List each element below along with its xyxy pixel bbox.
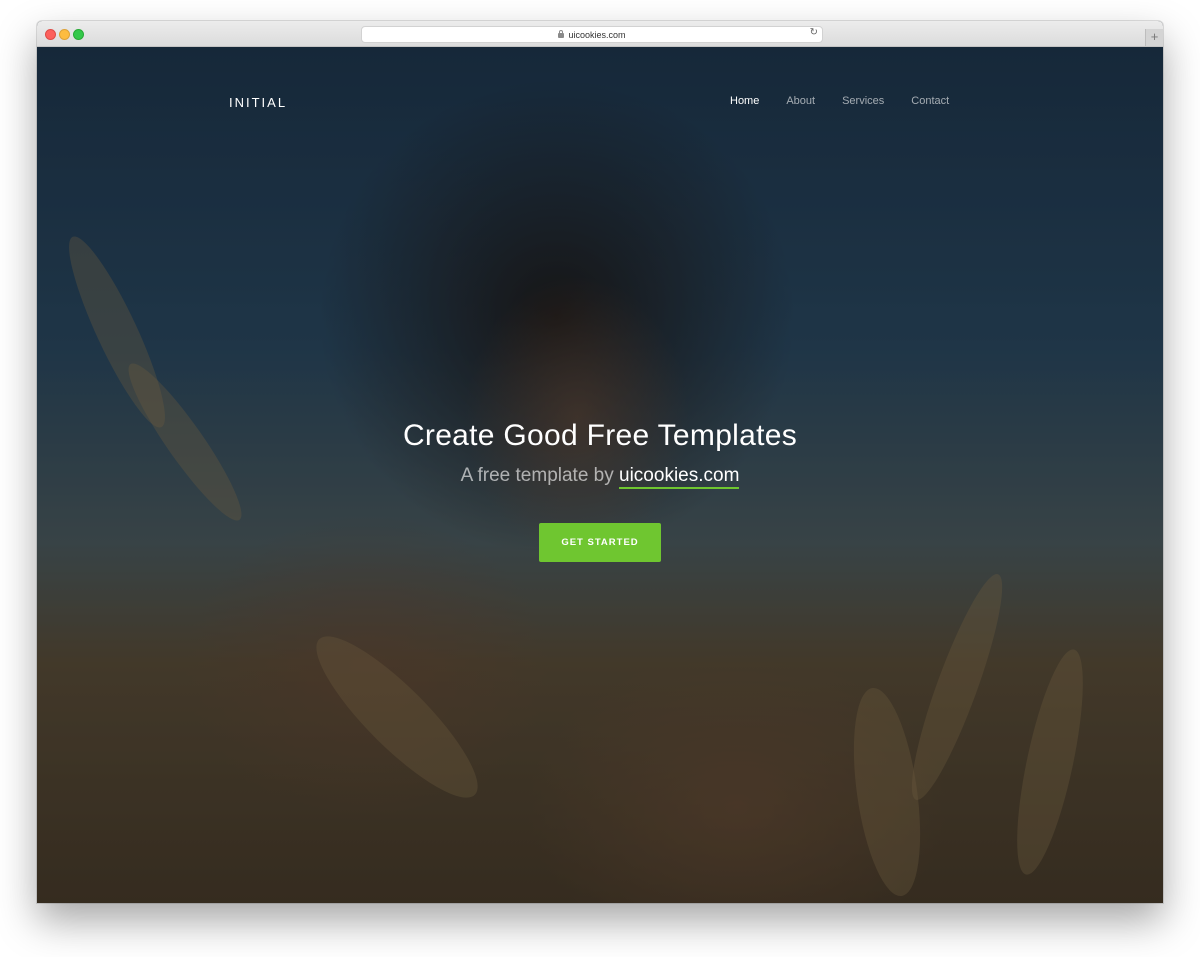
hero-subtitle-prefix: A free template by <box>460 465 620 486</box>
new-tab-button[interactable]: + <box>1145 29 1163 46</box>
hero-subtitle: A free template by uicookies.com <box>37 465 1163 489</box>
address-bar[interactable]: uicookies.com ↻ <box>361 26 823 43</box>
address-url: uicookies.com <box>568 29 626 40</box>
lock-icon <box>558 30 565 38</box>
hero-subtitle-link[interactable]: uicookies.com <box>619 465 740 489</box>
get-started-button[interactable]: GET STARTED <box>539 523 661 562</box>
hero-section: INITIAL Home About Services Contact Crea… <box>37 47 1163 903</box>
reload-icon[interactable]: ↻ <box>810 27 818 38</box>
browser-titlebar: uicookies.com ↻ + <box>37 21 1163 47</box>
close-window-icon[interactable] <box>45 29 56 40</box>
minimize-window-icon[interactable] <box>59 29 70 40</box>
maximize-window-icon[interactable] <box>73 29 84 40</box>
nav-services[interactable]: Services <box>842 95 884 107</box>
site-logo[interactable]: INITIAL <box>229 95 287 110</box>
nav-contact[interactable]: Contact <box>911 95 949 107</box>
main-nav: Home About Services Contact <box>730 95 949 107</box>
browser-window: uicookies.com ↻ + INITIAL Home About Ser… <box>37 21 1163 903</box>
nav-home[interactable]: Home <box>730 95 759 107</box>
hero-title: Create Good Free Templates <box>402 419 798 452</box>
nav-about[interactable]: About <box>786 95 815 107</box>
